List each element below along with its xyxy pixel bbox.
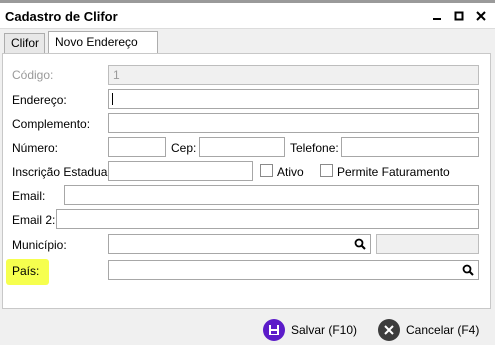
email2-label: Email 2:: [12, 213, 56, 227]
minimize-icon: [433, 18, 441, 20]
inscricao-field[interactable]: [108, 161, 253, 181]
codigo-field: 1: [108, 65, 479, 85]
search-icon[interactable]: [462, 264, 474, 276]
numero-label: Número:: [12, 141, 59, 155]
cancel-icon: [378, 319, 400, 341]
text-caret: [112, 93, 113, 105]
permite-faturamento-label: Permite Faturamento: [337, 165, 450, 179]
cancel-button[interactable]: Cancelar (F4): [378, 315, 479, 345]
save-button-label: Salvar (F10): [291, 323, 358, 337]
window-title: Cadastro de Clifor: [5, 9, 118, 24]
tab-novo-endereco-label: Novo Endereço: [55, 35, 138, 49]
telefone-field[interactable]: [341, 137, 479, 157]
tab-strip: Clifor Novo Endereço ✖: [0, 29, 495, 70]
codigo-label: Código:: [12, 68, 54, 82]
email-label: Email:: [12, 189, 46, 203]
endereco-field[interactable]: [108, 89, 479, 109]
municipio-field[interactable]: [108, 234, 371, 254]
pais-field[interactable]: [108, 260, 479, 280]
complemento-field[interactable]: [108, 113, 479, 133]
municipio-label: Município:: [12, 238, 67, 252]
cancel-button-label: Cancelar (F4): [406, 323, 480, 337]
numero-field[interactable]: [108, 137, 166, 157]
title-bar: Cadastro de Clifor: [0, 3, 495, 29]
close-window-button[interactable]: [472, 7, 490, 25]
telefone-label: Telefone:: [290, 141, 339, 155]
pais-label: País:: [12, 264, 40, 278]
cep-field[interactable]: [199, 137, 285, 157]
inscricao-label: Inscrição Estadual:: [12, 165, 114, 179]
search-icon[interactable]: [354, 238, 366, 250]
save-button[interactable]: Salvar (F10): [263, 315, 357, 345]
cep-label: Cep:: [171, 141, 197, 155]
tab-clifor[interactable]: Clifor: [4, 33, 45, 53]
tab-clifor-label: Clifor: [11, 36, 40, 50]
email-field[interactable]: [64, 185, 479, 205]
ativo-label: Ativo: [277, 165, 304, 179]
municipio-extra-field: [376, 234, 479, 254]
close-icon: [476, 11, 486, 21]
complemento-label: Complemento:: [12, 117, 91, 131]
save-icon: [263, 319, 285, 341]
ativo-checkbox[interactable]: [260, 164, 273, 177]
maximize-button[interactable]: [450, 7, 468, 25]
email2-field[interactable]: [56, 209, 479, 229]
endereco-label: Endereço:: [12, 93, 67, 107]
permite-faturamento-checkbox[interactable]: [320, 164, 333, 177]
maximize-icon: [454, 11, 464, 21]
tab-novo-endereco[interactable]: Novo Endereço ✖: [48, 31, 158, 70]
minimize-button[interactable]: [428, 7, 446, 25]
